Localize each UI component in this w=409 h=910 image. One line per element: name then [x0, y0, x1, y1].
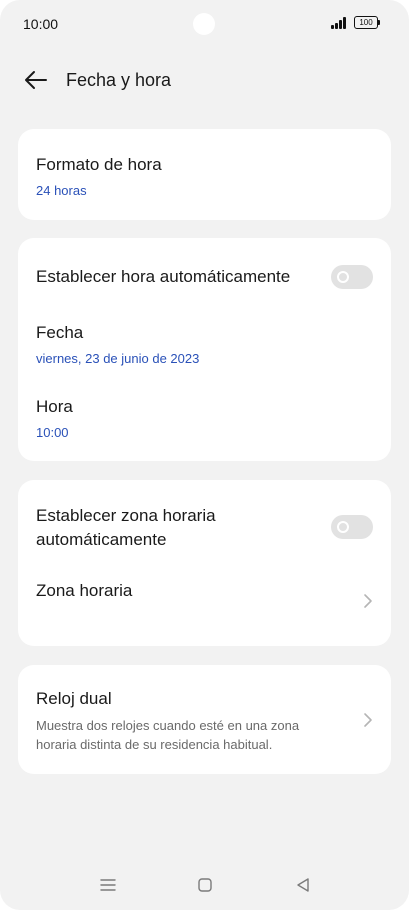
- auto-timezone-label-line2: automáticamente: [36, 530, 167, 549]
- toggle-knob: [337, 271, 349, 283]
- timezone-label: Zona horaria: [36, 581, 133, 600]
- battery-level: 100: [359, 18, 373, 27]
- date-value: viernes, 23 de junio de 2023: [36, 351, 200, 366]
- signal-icon: [331, 17, 349, 29]
- date-row[interactable]: Fecha viernes, 23 de junio de 2023: [36, 321, 373, 366]
- camera-cutout: [193, 13, 215, 35]
- time-format-card[interactable]: Formato de hora 24 horas: [18, 129, 391, 220]
- chevron-right-icon: [364, 713, 372, 727]
- dual-clock-description-line2: horaria distinta de su residencia habitu…: [36, 737, 273, 752]
- dual-clock-card[interactable]: Reloj dual Muestra dos relojes cuando es…: [18, 665, 391, 774]
- status-time: 10:00: [23, 16, 59, 32]
- auto-timezone-toggle[interactable]: [331, 515, 373, 539]
- time-value: 10:00: [36, 425, 69, 440]
- dual-clock-description: Muestra dos relojes cuando esté en una z…: [36, 716, 326, 754]
- chevron-right-icon: [364, 594, 372, 608]
- timezone-card: Establecer zona horaria automáticamente …: [18, 480, 391, 646]
- auto-time-toggle[interactable]: [331, 265, 373, 289]
- dual-clock-title: Reloj dual: [36, 689, 112, 708]
- auto-time-row[interactable]: Establecer hora automáticamente: [36, 265, 373, 289]
- time-label: Hora: [36, 397, 73, 416]
- auto-timezone-row[interactable]: Establecer zona horaria automáticamente: [36, 504, 373, 552]
- arrow-left-icon[interactable]: [24, 69, 48, 91]
- menu-icon[interactable]: [99, 876, 117, 894]
- status-bar: 10:00 100: [0, 0, 409, 44]
- toggle-knob: [337, 521, 349, 533]
- page-title: Fecha y hora: [66, 70, 172, 90]
- time-format-title: Formato de hora: [36, 155, 162, 174]
- app-header: Fecha y hora: [0, 60, 409, 100]
- auto-time-label: Establecer hora automáticamente: [36, 267, 291, 286]
- battery-icon: 100: [354, 16, 380, 29]
- date-label: Fecha: [36, 323, 84, 342]
- auto-timezone-label-line1: Establecer zona horaria: [36, 506, 216, 525]
- dual-clock-description-line1: Muestra dos relojes cuando esté en una z…: [36, 718, 300, 733]
- back-triangle-icon[interactable]: [294, 876, 312, 894]
- timezone-row[interactable]: Zona horaria: [36, 579, 373, 603]
- time-format-value: 24 horas: [36, 183, 87, 198]
- phone-screen: 10:00 100 Fecha y hora Formato de hora 2…: [0, 0, 409, 910]
- time-row[interactable]: Hora 10:00: [36, 395, 373, 440]
- time-format-row[interactable]: Formato de hora 24 horas: [36, 153, 373, 198]
- date-time-card: Establecer hora automáticamente Fecha vi…: [18, 238, 391, 461]
- home-square-icon[interactable]: [196, 876, 214, 894]
- system-nav-bar: [0, 870, 409, 900]
- dual-clock-row[interactable]: Reloj dual Muestra dos relojes cuando es…: [36, 687, 373, 754]
